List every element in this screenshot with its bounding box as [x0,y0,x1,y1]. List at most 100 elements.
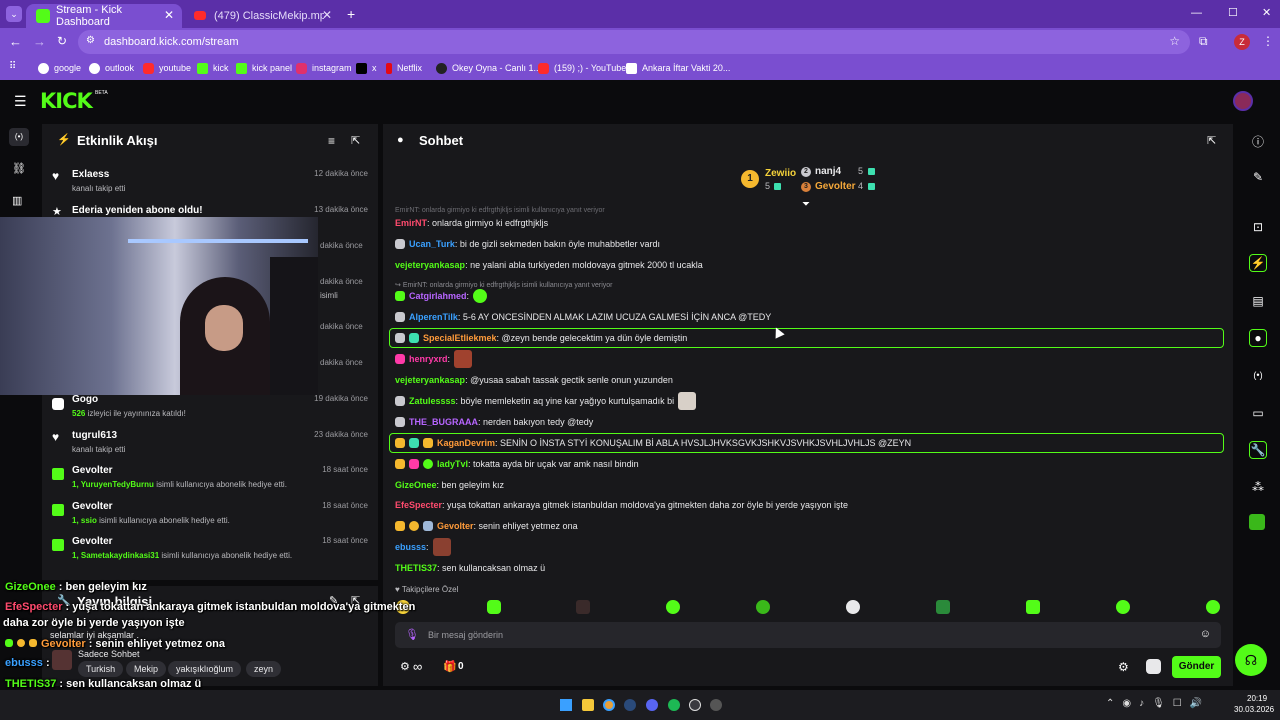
kick-logo[interactable]: KICK [40,89,93,113]
bookmark-google[interactable]: google [38,60,81,76]
feed-item[interactable]: Gevolter 1, ssio isimli kullanıcıya abon… [52,501,370,529]
tag-chip[interactable]: zeyn [246,661,282,677]
collapse-pinned-icon[interactable]: ⏷ [802,199,810,210]
headset-support-button[interactable]: ☊ [1235,644,1267,676]
tab-youtube-video[interactable]: (479) ClassicMekip.mp4 7.0 kısı ✕ [184,4,340,28]
connections-icon[interactable]: ⁂ [1249,478,1267,496]
close-tab-icon[interactable]: ✕ [164,8,174,22]
file-explorer-icon[interactable] [582,699,594,711]
emote-icon[interactable] [666,600,680,614]
gift-icon[interactable]: 🎁 [443,660,457,673]
chat-message[interactable]: THE_BUGRAAA: nerden bakıyon tedy @tedy [395,415,593,429]
close-window-icon[interactable]: ✕ [1262,6,1271,19]
bookmark-youtube[interactable]: youtube [143,60,191,76]
apps-grid-icon[interactable]: ⠿ [9,61,16,72]
maximize-icon[interactable]: ☐ [1228,6,1238,19]
feed-item[interactable]: Gevolter 1, YuruyenTedyBurnu isimli kull… [52,465,370,493]
capture-icon[interactable]: ⊡ [1249,218,1267,236]
chat-message[interactable]: vejeteryankasap: @yusaa sabah tassak gec… [395,373,673,387]
chat-message[interactable]: EfeSpecter: yuşa tokattan ankaraya gitme… [395,498,848,512]
bookmark-okey[interactable]: Okey Oyna - Canlı 1... [436,60,541,76]
minimize-icon[interactable]: — [1191,7,1202,19]
discord-icon[interactable] [646,699,658,711]
forward-icon[interactable]: → [33,34,46,49]
chat-input[interactable]: 🎙 Bir mesaj gönderin ☺ [395,622,1221,648]
send-button[interactable]: Gönder [1172,656,1221,678]
spotify-icon[interactable] [668,699,680,711]
emote-icon[interactable] [1116,600,1130,614]
tray-icons[interactable]: ⌃◉♪🎙☐🔊 [1106,698,1210,709]
chat-message[interactable]: THETIS37: sen kullancaksan olmaz ü [395,561,545,575]
start-icon[interactable] [560,699,572,711]
filter-icon[interactable]: ≡ [328,134,335,148]
broadcast-icon[interactable]: (•) [9,128,29,146]
tag-chip[interactable]: yakışıklıoğlum [168,661,242,677]
obs-icon[interactable] [689,699,701,711]
game-icon[interactable] [1249,514,1265,530]
tag-chip[interactable]: Turkish [78,661,124,677]
microphone-icon[interactable]: 🎙 [405,628,419,641]
emote-icon[interactable] [487,600,501,614]
analytics-icon[interactable]: ▥ [12,194,22,207]
emote-icon[interactable] [1026,600,1040,614]
broadcast-icon[interactable]: (•) [1249,366,1267,384]
chat-message[interactable]: AlperenTilk: 5-6 AY ONCESİNDEN ALMAK LAZ… [395,310,771,324]
extensions-icon[interactable]: ⧉ [1199,34,1208,49]
profile-avatar[interactable]: Z [1234,34,1250,50]
leaderboard-name[interactable]: Zewiio [765,168,796,179]
chat-message[interactable]: ladyTvl: tokatta ayda bir uçak var amk n… [395,457,639,471]
leaderboard-name[interactable]: nanj4 [815,166,841,177]
chat-message[interactable]: KaganDevrim: SENİN O İNSTA STYİ KONUŞALI… [395,436,911,450]
chat-message[interactable]: EmirNT: onlarda girmiyo ki edfrgthjkljs [395,216,548,230]
steam-icon[interactable] [624,699,636,711]
wrench-icon[interactable]: 🔧 [1249,441,1267,459]
user-avatar[interactable] [1233,91,1253,111]
popout-icon[interactable]: ⇱ [1207,134,1216,147]
chat-toggle-icon[interactable]: ● [1249,329,1267,347]
chat-message[interactable]: SpecialEtliekmek: @zeyn bende gelecektim… [395,331,687,345]
chat-message[interactable]: Gevolter: senin ehliyet yetmez ona [395,519,578,533]
bookmark-kick-panel[interactable]: kick panel [236,60,292,76]
bookmark-ankara-iftar[interactable]: Ankara İftar Vakti 20... [626,60,730,76]
chat-message[interactable]: henryxrd: [395,350,473,368]
emote-icon[interactable] [576,600,590,614]
close-tab-icon[interactable]: ✕ [322,8,332,22]
tag-chip[interactable]: Mekip [126,661,167,677]
new-tab-button[interactable]: + [347,6,355,22]
activity-bolt-icon[interactable]: ⚡ [1249,254,1267,272]
feed-item[interactable]: Gogo 526 izleyici ile yayınınıza katıldı… [52,394,370,422]
bookmark-youtube-159[interactable]: (159) ;) - YouTube [538,60,626,76]
notes-icon[interactable]: ▤ [1249,292,1267,310]
feed-item[interactable]: ♥ tugrul613 kanalı takip etti 23 dakika … [52,430,370,458]
hamburger-menu-icon[interactable]: ☰ [14,93,27,110]
bookmark-x[interactable]: x [356,60,377,76]
address-bar[interactable]: ⚙ dashboard.kick.com/stream ☆ [78,30,1190,54]
chat-message[interactable]: GizeOnee: ben geleyim kız [395,478,504,492]
tab-search-button[interactable]: ⌄ [6,6,22,22]
emote-icon[interactable] [1206,600,1220,614]
edit-icon[interactable]: ✎ [1249,168,1267,186]
chat-settings-icon[interactable]: ⚙ [1118,660,1129,674]
emoji-picker-icon[interactable]: ☺ [1200,628,1211,640]
bookmark-kick[interactable]: kick [197,60,229,76]
feed-item[interactable]: ♥ Exlaess kanalı takip etti 12 dakika ön… [52,169,370,197]
bookmark-netflix[interactable]: Netflix [386,60,422,76]
chat-message[interactable]: vejeteryankasap: ne yalani abla turkiyed… [395,258,703,272]
chat-message[interactable]: Zatulessss: böyle memleketin aq yine kar… [395,392,697,410]
chat-message[interactable]: Ucan_Turk: bi de gizli sekmeden bakın öy… [395,237,660,251]
emote-menu-icon[interactable] [1146,659,1161,674]
browser-menu-icon[interactable]: ⋮ [1262,34,1274,48]
app-icon[interactable] [710,699,722,711]
feed-item[interactable]: Gevolter 1, Sametakaydinkasi31 isimli ku… [52,536,370,564]
link-icon[interactable]: ⛓ [12,162,26,175]
bookmark-instagram[interactable]: instagram [296,60,352,76]
site-info-icon[interactable]: ⚙ [86,35,95,46]
tab-kick-dashboard[interactable]: Stream - Kick Dashboard ✕ [26,4,182,28]
mod-queue-icon[interactable]: ▭ [1249,404,1267,422]
info-icon[interactable]: ⓘ [1249,132,1267,150]
back-icon[interactable]: ← [9,34,22,49]
chat-message[interactable]: ebusss: [395,538,451,556]
chrome-icon[interactable] [603,699,615,711]
leaderboard-name[interactable]: Gevolter [815,181,856,192]
emote-icon[interactable] [936,600,950,614]
